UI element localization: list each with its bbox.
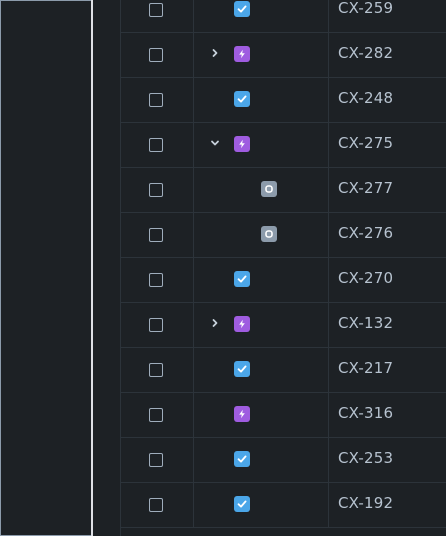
issue-key-cell: CX-192 — [329, 482, 446, 527]
select-cell — [121, 392, 194, 437]
table-row[interactable]: CX-253 — [121, 437, 446, 483]
issue-key-cell: CX-270 — [329, 257, 446, 302]
row-checkbox[interactable] — [149, 3, 163, 17]
issue-key-link[interactable]: CX-277 — [338, 179, 393, 197]
issue-key-link[interactable]: CX-270 — [338, 269, 393, 287]
table-row[interactable]: CX-192 — [121, 482, 446, 528]
issue-key-cell: CX-316 — [329, 392, 446, 437]
issue-key-link[interactable]: CX-253 — [338, 449, 393, 467]
issue-key-link[interactable]: CX-282 — [338, 44, 393, 62]
row-checkbox[interactable] — [149, 498, 163, 512]
select-cell — [121, 302, 194, 347]
issue-key-cell: CX-217 — [329, 347, 446, 392]
chevron-down-icon[interactable] — [209, 137, 221, 151]
left-panel — [1, 1, 91, 535]
issue-type-cell — [194, 122, 329, 167]
issue-key-cell: CX-275 — [329, 122, 446, 167]
table-row[interactable]: CX-277 — [121, 167, 446, 213]
table-row[interactable]: CX-275 — [121, 122, 446, 168]
row-checkbox[interactable] — [149, 363, 163, 377]
select-cell — [121, 257, 194, 302]
epic-icon — [234, 316, 250, 332]
issue-key-cell: CX-253 — [329, 437, 446, 482]
issue-type-cell — [194, 392, 329, 437]
task-icon — [234, 451, 250, 467]
issue-key-cell: CX-248 — [329, 77, 446, 122]
row-checkbox[interactable] — [149, 408, 163, 422]
subtask-icon — [261, 226, 277, 242]
subtask-icon — [261, 181, 277, 197]
row-gutter — [93, 0, 121, 536]
issue-type-cell — [194, 482, 329, 527]
issue-type-cell — [194, 212, 329, 257]
row-checkbox[interactable] — [149, 453, 163, 467]
task-icon — [234, 1, 250, 17]
select-cell — [121, 0, 194, 32]
row-checkbox[interactable] — [149, 228, 163, 242]
issue-key-link[interactable]: CX-217 — [338, 359, 393, 377]
row-checkbox[interactable] — [149, 93, 163, 107]
epic-icon — [234, 46, 250, 62]
row-checkbox[interactable] — [149, 138, 163, 152]
table-row[interactable]: CX-276 — [121, 212, 446, 258]
select-cell — [121, 482, 194, 527]
issue-key-cell: CX-276 — [329, 212, 446, 257]
epic-icon — [234, 406, 250, 422]
issue-key-cell: CX-259 — [329, 0, 446, 32]
issue-type-cell — [194, 437, 329, 482]
issue-key-link[interactable]: CX-192 — [338, 494, 393, 512]
issue-type-cell — [194, 32, 329, 77]
select-cell — [121, 32, 194, 77]
issue-key-link[interactable]: CX-259 — [338, 0, 393, 17]
table-row[interactable]: CX-132 — [121, 302, 446, 348]
issue-type-cell — [194, 257, 329, 302]
issue-key-cell: CX-282 — [329, 32, 446, 77]
select-cell — [121, 347, 194, 392]
table-row[interactable]: CX-270 — [121, 257, 446, 303]
issue-table: CX-259 CX-282 CX-248 CX-275 CX-277 CX-276 CX-2… — [121, 0, 446, 536]
task-icon — [234, 361, 250, 377]
chevron-right-icon[interactable] — [209, 47, 221, 61]
row-checkbox[interactable] — [149, 183, 163, 197]
table-row[interactable]: CX-282 — [121, 32, 446, 78]
table-row[interactable]: CX-259 — [121, 0, 446, 33]
issue-key-link[interactable]: CX-248 — [338, 89, 393, 107]
issue-key-cell: CX-132 — [329, 302, 446, 347]
issue-key-link[interactable]: CX-275 — [338, 134, 393, 152]
select-cell — [121, 437, 194, 482]
issue-type-cell — [194, 347, 329, 392]
select-cell — [121, 212, 194, 257]
task-icon — [234, 496, 250, 512]
select-cell — [121, 122, 194, 167]
issue-key-link[interactable]: CX-276 — [338, 224, 393, 242]
select-cell — [121, 77, 194, 122]
table-row[interactable]: CX-248 — [121, 77, 446, 123]
chevron-right-icon[interactable] — [209, 317, 221, 331]
epic-icon — [234, 136, 250, 152]
select-cell — [121, 167, 194, 212]
row-checkbox[interactable] — [149, 273, 163, 287]
row-checkbox[interactable] — [149, 318, 163, 332]
issue-type-cell — [194, 167, 329, 212]
issue-key-link[interactable]: CX-132 — [338, 314, 393, 332]
issue-key-link[interactable]: CX-316 — [338, 404, 393, 422]
table-row[interactable]: CX-217 — [121, 347, 446, 393]
issue-type-cell — [194, 77, 329, 122]
task-icon — [234, 91, 250, 107]
task-icon — [234, 271, 250, 287]
issue-type-cell — [194, 302, 329, 347]
table-row[interactable]: CX-316 — [121, 392, 446, 438]
issue-key-cell: CX-277 — [329, 167, 446, 212]
row-checkbox[interactable] — [149, 48, 163, 62]
issue-type-cell — [194, 0, 329, 32]
